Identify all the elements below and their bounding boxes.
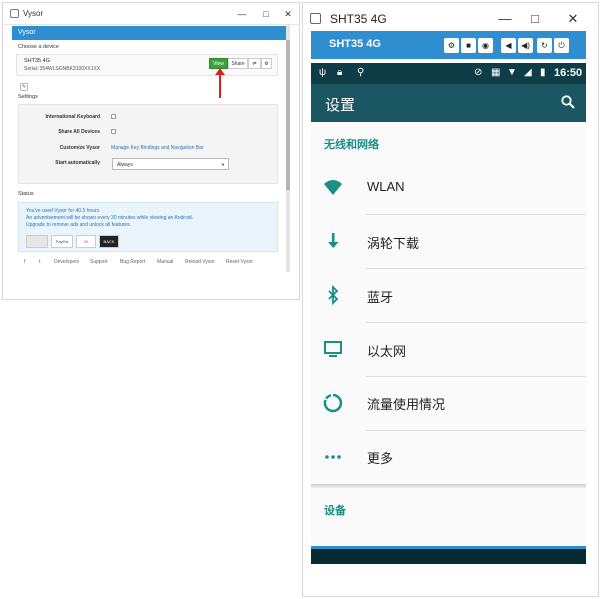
manual-link[interactable]: Manual — [157, 259, 173, 265]
reset-vysor-link[interactable]: Reset Vysor — [226, 259, 253, 265]
data-usage-icon — [323, 393, 343, 413]
card-logo[interactable] — [26, 235, 48, 248]
volume-up-icon[interactable]: ◀) — [518, 38, 533, 53]
device-serial: Serial: 354WLSGNBK3100XX1XX — [24, 66, 101, 72]
chevron-down-icon: ▼ — [221, 162, 225, 167]
wifi-signal-icon: ▼ — [507, 67, 517, 78]
divider — [366, 376, 586, 377]
share-button[interactable]: Share — [228, 58, 248, 69]
international-keyboard-checkbox[interactable] — [111, 114, 116, 119]
card-shadow — [311, 484, 586, 488]
bluetooth-icon — [328, 285, 339, 305]
sim-card-icon: ▦ — [491, 67, 501, 78]
settings-item-more[interactable]: 更多 — [367, 448, 393, 467]
bitcoin-logo[interactable]: BACK — [99, 235, 119, 248]
device-name: SHT35 4G — [24, 58, 50, 64]
section-wireless-header: 无线和网络 — [324, 139, 379, 151]
wifi-icon — [324, 180, 342, 195]
settings-item-wlan[interactable]: WLAN — [367, 179, 405, 194]
search-icon[interactable] — [561, 95, 575, 109]
rotate-icon[interactable]: ↻ — [537, 38, 552, 53]
maximize-button[interactable]: □ — [259, 7, 273, 21]
battery-icon: ▮ — [540, 67, 546, 78]
customize-vysor-label: Customize Vysor — [59, 145, 100, 151]
divider — [366, 214, 586, 215]
international-keyboard-label: International Keyboard — [45, 114, 100, 120]
support-link[interactable]: Support — [90, 259, 108, 265]
settings-title: 设置 — [325, 97, 356, 114]
monitor-icon — [324, 341, 342, 357]
vysor-app-icon — [310, 13, 321, 24]
lock-icon: 🔒︎ — [337, 67, 343, 78]
android-statusbar: ψ 🔒︎ ⚲ ⊘ ▦ ▼ ◢ ▮ — [311, 63, 586, 84]
device-settings-button[interactable]: ⚙ — [261, 58, 272, 69]
manage-key-bindings-link[interactable]: Manage Key Bindings and Navigation Bar — [111, 145, 204, 151]
do-not-disturb-icon: ⊘ — [474, 67, 483, 78]
download-arrow-icon — [328, 233, 339, 248]
status-hours: You've used Vysor for 40.5 hours. — [26, 208, 101, 214]
bug-report-link[interactable]: Bug Report — [120, 259, 145, 265]
settings-label: Settings — [18, 94, 38, 100]
divider — [366, 430, 586, 431]
status-upgrade: Upgrade to remove ads and unlock all fea… — [26, 222, 132, 228]
facebook-icon[interactable]: f — [24, 259, 25, 265]
vysor-window-title: Vysor — [23, 9, 44, 18]
status-ad-notice: An advertisement will be shown every 30 … — [26, 215, 194, 221]
choose-device-label: Choose a device — [18, 44, 59, 50]
screenshot-camera-icon[interactable]: ◉ — [478, 38, 493, 53]
maximize-button[interactable]: □ — [526, 11, 544, 26]
close-button[interactable]: ✕ — [281, 7, 295, 21]
settings-header: 设置 — [311, 84, 586, 122]
wifi-button[interactable]: ⇌ — [248, 58, 261, 69]
settings-item-data-usage[interactable]: 流量使用情况 — [367, 394, 445, 413]
usb-icon: ψ — [319, 67, 327, 78]
section-device-header: 设备 — [324, 505, 346, 517]
android-toolbar: SHT35 4G ⚙ ■ ◉ ◀ ◀) ↻ ⏻ — [311, 31, 586, 59]
record-video-icon[interactable]: ■ — [461, 38, 476, 53]
settings-list — [311, 122, 586, 546]
vysor-titlebar: Vysor — □ ✕ — [3, 3, 299, 25]
vysor-appbar: Vysor — [12, 26, 290, 40]
wrench-icon[interactable]: ✎ — [20, 83, 28, 91]
start-automatically-value: Always — [117, 162, 133, 168]
vysor-scroll-thumb[interactable] — [286, 40, 290, 190]
android-nav-accent — [311, 546, 586, 549]
minimize-button[interactable]: — — [235, 7, 249, 21]
paypal-logo[interactable]: PayPal — [51, 235, 73, 248]
cell-signal-icon: ◢ — [524, 67, 532, 78]
red-arrow-head-icon — [215, 68, 225, 75]
close-button[interactable]: ✕ — [564, 11, 582, 27]
more-dots-icon — [325, 455, 341, 459]
settings-item-turbo-download[interactable]: 涡轮下载 — [367, 233, 419, 252]
vysor-app-icon — [10, 9, 19, 18]
share-all-devices-label: Share All Devices — [58, 129, 100, 135]
status-label: Status — [18, 191, 34, 197]
red-arrow-shaft — [219, 72, 221, 98]
settings-gear-icon[interactable]: ⚙ — [444, 38, 459, 53]
status-clock: 16:50 — [554, 67, 583, 79]
settings-item-ethernet[interactable]: 以太网 — [367, 341, 406, 360]
power-icon[interactable]: ⏻ — [554, 38, 569, 53]
divider — [366, 268, 586, 269]
vysor-footer: f t Developers Support Bug Report Manual… — [14, 257, 280, 269]
settings-item-bluetooth[interactable]: 蓝牙 — [367, 287, 393, 306]
developers-link[interactable]: Developers — [54, 259, 79, 265]
wallet-logo[interactable]: W — [76, 235, 96, 248]
divider — [366, 322, 586, 323]
minimize-button[interactable]: — — [496, 11, 514, 26]
reload-vysor-link[interactable]: Reload Vysor — [185, 259, 215, 265]
android-window-title: SHT35 4G — [330, 12, 387, 26]
start-automatically-select[interactable]: Always ▼ — [112, 158, 229, 170]
android-window-titlebar: SHT35 4G — □ ✕ — [310, 8, 590, 30]
volume-down-icon[interactable]: ◀ — [501, 38, 516, 53]
android-debug-icon: ⚲ — [357, 67, 365, 78]
share-all-devices-checkbox[interactable] — [111, 129, 116, 134]
twitter-icon[interactable]: t — [39, 259, 40, 265]
android-toolbar-title: SHT35 4G — [329, 38, 381, 50]
start-automatically-label: Start automatically — [55, 160, 100, 166]
